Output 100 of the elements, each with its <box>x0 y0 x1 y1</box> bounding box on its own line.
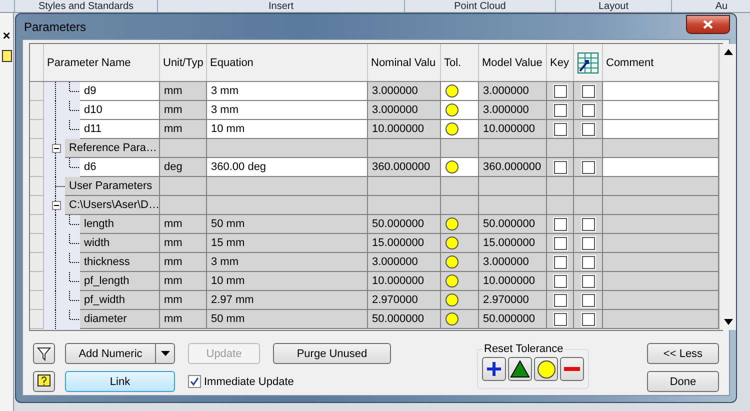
spreadsheet-icon[interactable] <box>577 52 599 74</box>
ribbon-tab[interactable]: Au <box>671 0 750 12</box>
tolerance-cell[interactable] <box>441 101 479 120</box>
circle-icon <box>445 160 459 174</box>
column-header[interactable]: Comment <box>606 56 654 68</box>
less-button[interactable]: << Less <box>647 343 719 364</box>
dropdown-button[interactable] <box>155 343 175 364</box>
equation-cell[interactable]: 2.97 mm <box>207 291 368 310</box>
tolerance-button[interactable] <box>508 357 532 381</box>
key-checkbox[interactable] <box>554 122 566 136</box>
ribbon-tab[interactable]: Styles and Standards <box>14 0 157 12</box>
equation-cell[interactable]: 3 mm <box>207 101 368 120</box>
parameter-name: diameter <box>80 310 160 329</box>
ribbon-tab[interactable]: Layout <box>555 0 671 12</box>
collapse-icon[interactable] <box>52 144 61 153</box>
export-checkbox[interactable] <box>582 122 594 136</box>
export-checkbox[interactable] <box>582 274 594 288</box>
tolerance-cell[interactable] <box>441 120 479 139</box>
scroll-up-icon[interactable] <box>724 49 732 55</box>
circle-icon <box>445 236 459 250</box>
add-numeric-button[interactable]: Add Numeric <box>65 343 155 364</box>
circle-icon <box>536 360 556 378</box>
column-header[interactable]: Key <box>550 56 569 68</box>
comment-cell[interactable] <box>603 215 719 234</box>
comment-cell[interactable] <box>603 310 719 329</box>
purge-unused-button[interactable]: Purge Unused <box>273 343 391 364</box>
export-checkbox[interactable] <box>582 312 594 326</box>
equation-cell[interactable]: 15 mm <box>207 234 368 253</box>
comment-cell[interactable] <box>603 291 719 310</box>
link-button[interactable]: Link <box>65 371 175 392</box>
key-checkbox[interactable] <box>554 236 566 250</box>
export-checkbox[interactable] <box>582 218 594 230</box>
comment-cell[interactable] <box>603 82 719 101</box>
tolerance-button[interactable] <box>534 357 558 381</box>
tolerance-button[interactable] <box>482 357 506 381</box>
equation-cell[interactable]: 3 mm <box>207 253 368 272</box>
done-button[interactable]: Done <box>647 371 719 392</box>
ribbon-tab[interactable]: Insert <box>157 0 404 12</box>
tolerance-cell[interactable] <box>441 215 479 234</box>
key-checkbox[interactable] <box>554 274 566 288</box>
close-button[interactable] <box>686 15 730 34</box>
column-header[interactable]: Unit/Typ <box>163 56 204 68</box>
group-name[interactable]: User Parameters <box>65 177 160 196</box>
parameter-name: thickness <box>80 253 160 272</box>
help-icon[interactable] <box>2 50 12 62</box>
key-checkbox[interactable] <box>554 84 566 98</box>
tolerance-cell[interactable] <box>441 234 479 253</box>
filter-icon <box>37 346 51 360</box>
collapse-icon[interactable] <box>52 201 61 210</box>
equation-cell[interactable]: 50 mm <box>207 310 368 329</box>
close-icon[interactable]: × <box>2 29 10 42</box>
column-header[interactable]: Equation <box>210 56 254 68</box>
equation-cell[interactable]: 360.00 deg <box>207 158 368 177</box>
group-name[interactable]: Reference Para… <box>65 139 160 158</box>
key-checkbox[interactable] <box>554 294 566 306</box>
immediate-update-checkbox[interactable] <box>188 375 201 388</box>
column-header[interactable]: Parameter Name <box>47 56 131 68</box>
help-button[interactable] <box>33 371 55 392</box>
circle-icon <box>445 312 459 326</box>
tree-line <box>55 272 80 291</box>
key-checkbox[interactable] <box>554 104 566 116</box>
table-cell <box>160 177 207 196</box>
model-value-cell: 15.000000 <box>479 234 547 253</box>
export-checkbox[interactable] <box>582 256 594 268</box>
comment-cell[interactable] <box>603 120 719 139</box>
tolerance-cell[interactable] <box>441 158 479 177</box>
scroll-down-icon[interactable] <box>724 319 732 325</box>
comment-cell[interactable] <box>603 101 719 120</box>
comment-cell[interactable] <box>603 158 719 177</box>
export-checkbox[interactable] <box>582 104 594 116</box>
group-name[interactable]: C:\Users\Aser\D… <box>65 196 160 215</box>
tolerance-cell[interactable] <box>441 310 479 329</box>
equation-cell[interactable]: 50 mm <box>207 215 368 234</box>
tolerance-cell[interactable] <box>441 291 479 310</box>
export-checkbox[interactable] <box>582 236 594 250</box>
column-header[interactable]: Nominal Valu <box>371 56 436 68</box>
scrollbar[interactable] <box>719 44 736 330</box>
equation-cell[interactable]: 10 mm <box>207 120 368 139</box>
filter-button[interactable] <box>33 343 55 364</box>
key-checkbox[interactable] <box>554 312 566 326</box>
tolerance-cell[interactable] <box>441 272 479 291</box>
key-checkbox[interactable] <box>554 256 566 268</box>
equation-cell[interactable]: 10 mm <box>207 272 368 291</box>
equation-cell[interactable]: 3 mm <box>207 82 368 101</box>
comment-cell[interactable] <box>603 253 719 272</box>
tolerance-cell[interactable] <box>441 82 479 101</box>
key-checkbox[interactable] <box>554 218 566 230</box>
comment-cell[interactable] <box>603 234 719 253</box>
column-header[interactable]: Tol. <box>444 56 462 68</box>
comment-cell[interactable] <box>603 272 719 291</box>
table-cell <box>479 139 547 158</box>
key-checkbox[interactable] <box>554 160 566 174</box>
export-checkbox[interactable] <box>582 160 594 174</box>
parameter-name: width <box>80 234 160 253</box>
export-checkbox[interactable] <box>582 294 594 306</box>
ribbon-tab[interactable]: Point Cloud <box>404 0 555 12</box>
table-cell <box>441 196 479 215</box>
column-header[interactable]: Model Value <box>482 56 542 68</box>
export-checkbox[interactable] <box>582 84 594 98</box>
tolerance-cell[interactable] <box>441 253 479 272</box>
